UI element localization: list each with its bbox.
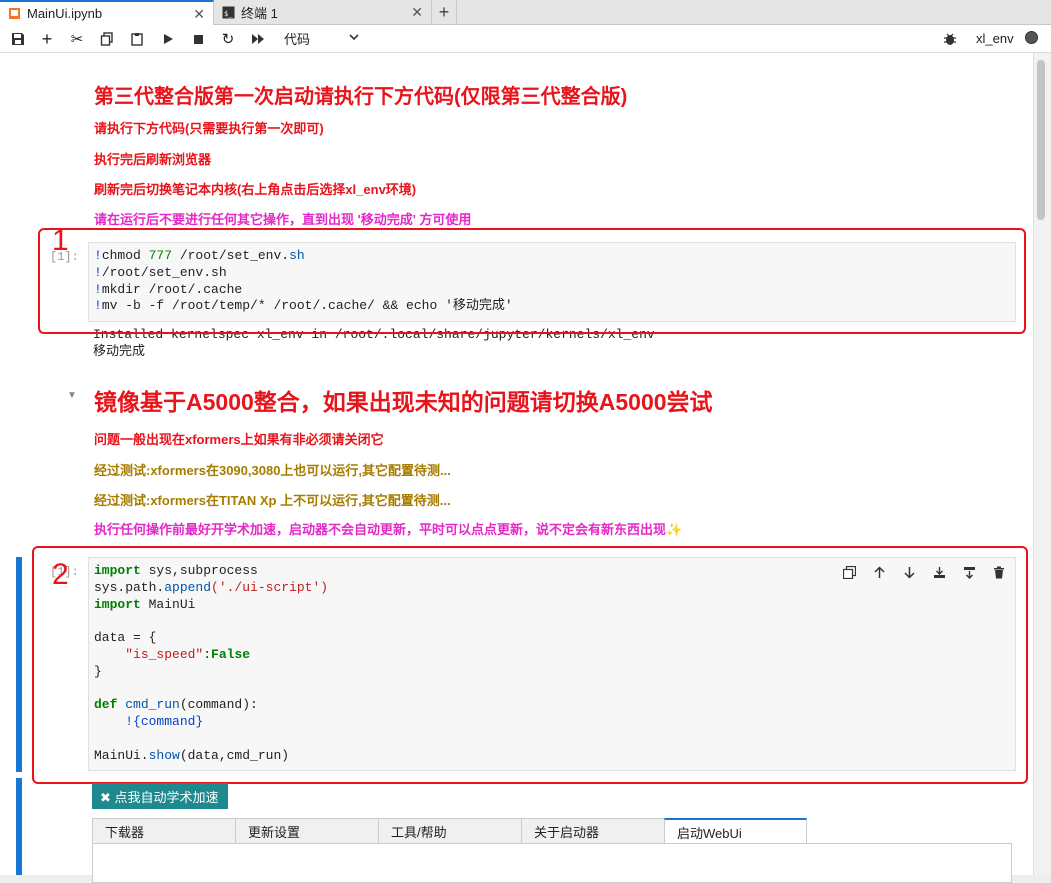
tab-terminal[interactable]: $_ 终端 1 ✕	[214, 0, 432, 24]
md-line: 请在运行后不要进行任何其它操作，直到出现 '移动完成' 方可使用	[94, 212, 472, 227]
plus-icon: +	[41, 28, 53, 49]
md-line: 执行任何操作前最好开学术加速，启动器不会自动更新，平时可以点点更新，说不定会有新…	[94, 522, 683, 537]
tab-mainui[interactable]: MainUi.ipynb ✕	[0, 0, 214, 25]
tab-label: 终端 1	[241, 5, 278, 21]
md-line: 问题一般出现在xformers上如果有非必须请关闭它	[94, 432, 384, 447]
tab-about-launcher[interactable]: 关于启动器	[521, 818, 664, 844]
kernel-name[interactable]: xl_env	[976, 31, 1014, 46]
md-line: 刷新完后切换笔记本内核(右上角点击后选择xl_env环境)	[94, 182, 417, 197]
debugger-button[interactable]	[940, 29, 960, 49]
widget-tab-panel	[92, 843, 1012, 883]
auto-speed-button[interactable]: ✖ 点我自动学术加速	[92, 783, 228, 809]
run-all-button[interactable]	[248, 29, 268, 49]
heading-first-launch: 第三代整合版第一次启动请执行下方代码(仅限第三代整合版)	[94, 86, 628, 108]
tab-downloader[interactable]: 下载器	[92, 818, 235, 844]
svg-text:$_: $_	[224, 10, 233, 18]
collapse-caret-icon[interactable]: ▼	[67, 390, 77, 401]
terminal-icon: $_	[222, 6, 235, 19]
clipboard-icon	[131, 33, 143, 46]
tab-update-settings[interactable]: 更新设置	[235, 818, 378, 844]
fast-forward-icon	[252, 34, 264, 44]
plus-icon: +	[438, 1, 450, 22]
cell-type-value: 代码	[284, 31, 311, 47]
stop-button[interactable]	[188, 29, 208, 49]
copy-icon	[100, 32, 113, 46]
bug-icon	[944, 33, 956, 45]
notebook-toolbar: + ✂ ↻ 代码 xl_env	[0, 25, 1051, 53]
scrollbar-thumb[interactable]	[1037, 60, 1045, 220]
notebook-icon	[8, 7, 21, 20]
insert-cell-button[interactable]: +	[37, 29, 57, 49]
add-tab-button[interactable]: +	[432, 0, 457, 24]
md-line: 经过测试:xformers在TITAN Xp 上不可以运行,其它配置待测...	[94, 493, 451, 508]
scissors-icon: ✂	[70, 31, 84, 48]
cell-output-line: 移动完成	[93, 344, 146, 359]
annotation-label-1: 1	[52, 224, 69, 257]
annotation-label-2: 2	[52, 558, 69, 591]
annotation-box-2	[32, 546, 1028, 784]
md-line: 执行完后刷新浏览器	[94, 152, 212, 167]
widget-tabs: 下载器 更新设置 工具/帮助 关于启动器 启动WebUi	[92, 818, 807, 844]
close-icon[interactable]: ✕	[411, 4, 423, 21]
tab-tools-help[interactable]: 工具/帮助	[378, 818, 521, 844]
cut-button[interactable]: ✂	[67, 29, 87, 49]
save-button[interactable]	[8, 29, 28, 49]
save-icon	[12, 33, 24, 45]
paste-button[interactable]	[127, 29, 147, 49]
tab-bar: MainUi.ipynb ✕ $_ 终端 1 ✕ +	[0, 0, 1051, 25]
play-icon	[164, 34, 173, 44]
md-line: 经过测试:xformers在3090,3080上也可以运行,其它配置待测...	[94, 463, 451, 478]
refresh-icon: ↻	[221, 31, 235, 48]
stop-icon	[193, 34, 203, 44]
md-line: 请执行下方代码(只需要执行第一次即可)	[94, 121, 324, 136]
close-icon[interactable]: ✕	[193, 6, 205, 23]
copy-button[interactable]	[97, 29, 117, 49]
run-button[interactable]	[158, 29, 178, 49]
active-cell-indicator[interactable]	[16, 557, 22, 772]
tab-launch-webui[interactable]: 启动WebUi	[664, 818, 807, 844]
annotation-box-1	[38, 228, 1026, 334]
restart-button[interactable]: ↻	[218, 29, 238, 49]
heading-a5000: 镜像基于A5000整合，如果出现未知的问题请切换A5000尝试	[94, 389, 713, 415]
cell-type-select[interactable]: 代码	[284, 29, 364, 47]
chevron-down-icon	[348, 31, 360, 46]
active-cell-indicator[interactable]	[16, 778, 22, 875]
kernel-status-icon	[1025, 31, 1038, 44]
tab-label: MainUi.ipynb	[27, 6, 103, 21]
